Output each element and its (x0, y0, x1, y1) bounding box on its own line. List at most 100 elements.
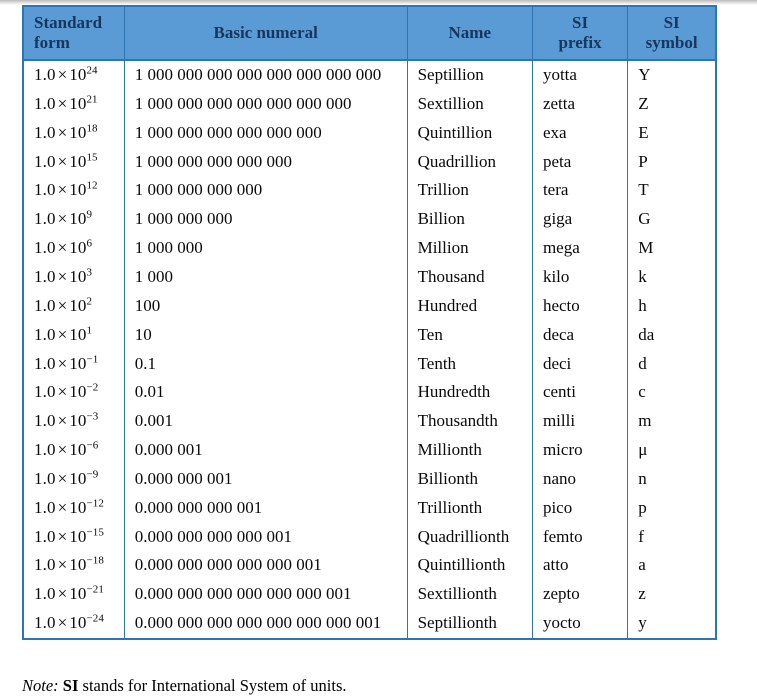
multiplication-sign: × (57, 382, 68, 402)
standard-form-mantissa: 1.0 (34, 526, 56, 546)
cell-basic-numeral: 1 000 (124, 263, 408, 292)
cell-basic-numeral: 0.000 000 000 000 000 000 001 (124, 580, 408, 610)
cell-standard-form: 1.0 × 10−24 (23, 609, 125, 639)
standard-form-base: 10 (69, 93, 87, 113)
column-header-standard-form-line1: Standard (34, 13, 103, 32)
cell-name: Sextillionth (407, 580, 533, 610)
cell-si-prefix: deca (532, 320, 629, 350)
cell-standard-form: 1.0 × 10−2 (23, 378, 125, 408)
standard-form-mantissa: 1.0 (34, 382, 56, 402)
cell-si-symbol: d (638, 353, 647, 373)
cell-si-symbol: p (638, 497, 647, 517)
standard-form-value: 1.0 × 10−12 (34, 498, 104, 517)
cell-si-symbol: μ (638, 440, 648, 460)
standard-form-base: 10 (69, 613, 87, 633)
cell-standard-form: 1.0 × 1024 (23, 60, 125, 90)
standard-form-exponent: −1 (86, 352, 99, 365)
cell-name: Quintillion (407, 118, 533, 148)
multiplication-sign: × (57, 411, 68, 431)
standard-form-base: 10 (69, 122, 87, 142)
cell-si-prefix: zetta (532, 89, 629, 119)
cell-name: Thousand (407, 263, 533, 292)
multiplication-sign: × (57, 440, 68, 460)
column-header-si-symbol-line1: SI (663, 13, 680, 32)
cell-name: Quintillionth (407, 551, 533, 581)
cell-si-prefix: mega (532, 234, 629, 263)
standard-form-mantissa: 1.0 (34, 295, 56, 315)
standard-form-value: 1.0 × 1018 (34, 123, 98, 142)
standard-form-exponent: −2 (86, 381, 99, 394)
standard-form-mantissa: 1.0 (34, 122, 56, 142)
cell-basic-numeral: 0.000 000 000 000 000 000 000 001 (124, 609, 408, 639)
standard-form-exponent: 24 (86, 64, 98, 77)
cell-si-prefix: zepto (532, 580, 629, 610)
cell-name: Billion (407, 205, 533, 235)
standard-form-value: 1.0 × 1015 (34, 151, 98, 171)
cell-si-prefix: kilo (532, 263, 629, 292)
cell-name: Billionth (407, 464, 533, 494)
standard-form-mantissa: 1.0 (34, 613, 56, 633)
multiplication-sign: × (57, 180, 68, 200)
footnote-si-abbreviation: SI (62, 676, 79, 695)
column-header-si-symbol: SI symbol (627, 6, 716, 62)
cell-si-prefix: femto (532, 522, 629, 552)
cell-si-prefix: exa (532, 118, 629, 148)
standard-form-value: 1.0 × 10−2 (34, 382, 98, 401)
standard-form-mantissa: 1.0 (34, 555, 56, 575)
standard-form-exponent: 18 (86, 122, 98, 135)
si-prefix-table: Standard form Basic numeral Name SI pref… (22, 5, 717, 640)
standard-form-mantissa: 1.0 (34, 238, 56, 258)
standard-form-base: 10 (69, 180, 87, 200)
si-prefix-table-container: Standard form Basic numeral Name SI pref… (22, 5, 717, 640)
cell-si-symbol: G (638, 209, 651, 229)
cell-si-prefix: hecto (532, 291, 629, 321)
cell-si-symbol: y (638, 613, 647, 633)
cell-basic-numeral: 1 000 000 000 000 000 000 000 (124, 89, 408, 119)
table-header-row: Standard form Basic numeral Name SI pref… (23, 6, 716, 62)
column-header-standard-form-line2: form (34, 33, 70, 53)
standard-form-exponent: −9 (86, 468, 99, 481)
standard-form-value: 1.0 × 101 (34, 325, 92, 344)
standard-form-value: 1.0 × 10−3 (34, 411, 98, 430)
cell-si-prefix: micro (532, 436, 629, 465)
standard-form-mantissa: 1.0 (34, 440, 56, 460)
cell-si-symbol: E (638, 122, 649, 142)
cell-si-prefix: milli (532, 407, 629, 437)
standard-form-value: 1.0 × 103 (34, 267, 92, 286)
cell-si-prefix: peta (532, 147, 629, 177)
standard-form-value: 1.0 × 106 (34, 238, 92, 257)
cell-standard-form: 1.0 × 1015 (23, 147, 125, 177)
cell-name: Hundredth (407, 378, 533, 408)
standard-form-value: 1.0 × 10−24 (34, 613, 104, 632)
cell-si-symbol: z (638, 584, 646, 604)
table-row: 1.0 × 1018 1 000 000 000 000 000 000 Quintil… (23, 118, 716, 148)
cell-standard-form: 1.0 × 1012 (23, 176, 125, 206)
standard-form-base: 10 (69, 411, 87, 431)
cell-si-prefix: atto (532, 551, 629, 581)
column-header-si-prefix: SI prefix (532, 6, 629, 62)
column-header-si-symbol-line2: symbol (645, 33, 698, 53)
table-row: 1.0 × 101 10 Ten deca da (23, 320, 716, 350)
cell-standard-form: 1.0 × 10−15 (23, 522, 125, 552)
cell-basic-numeral: 1 000 000 000 000 000 000 (124, 118, 408, 148)
cell-si-symbol: h (638, 295, 647, 315)
cell-si-prefix: giga (532, 205, 629, 235)
footnote-text: stands for International System of units… (82, 676, 347, 695)
standard-form-mantissa: 1.0 (34, 468, 56, 488)
multiplication-sign: × (57, 468, 68, 488)
cell-name: Quadrillion (407, 147, 533, 177)
multiplication-sign: × (57, 613, 68, 633)
table-row: 1.0 × 10−12 0.000 000 000 001 Trillionth pico… (23, 493, 716, 523)
standard-form-exponent: −24 (86, 612, 104, 625)
footnote-label: Note: (22, 676, 59, 695)
standard-form-value: 1.0 × 10−9 (34, 469, 98, 488)
multiplication-sign: × (57, 65, 68, 85)
cell-si-symbol: m (638, 411, 652, 431)
cell-si-prefix: centi (532, 378, 629, 408)
table-row: 1.0 × 103 1 000 Thousand kilo k (23, 263, 716, 292)
standard-form-value: 1.0 × 10−6 (34, 440, 98, 459)
cell-si-prefix: nano (532, 464, 629, 494)
cell-basic-numeral: 0.1 (124, 349, 408, 379)
standard-form-base: 10 (69, 209, 87, 229)
multiplication-sign: × (57, 295, 68, 315)
